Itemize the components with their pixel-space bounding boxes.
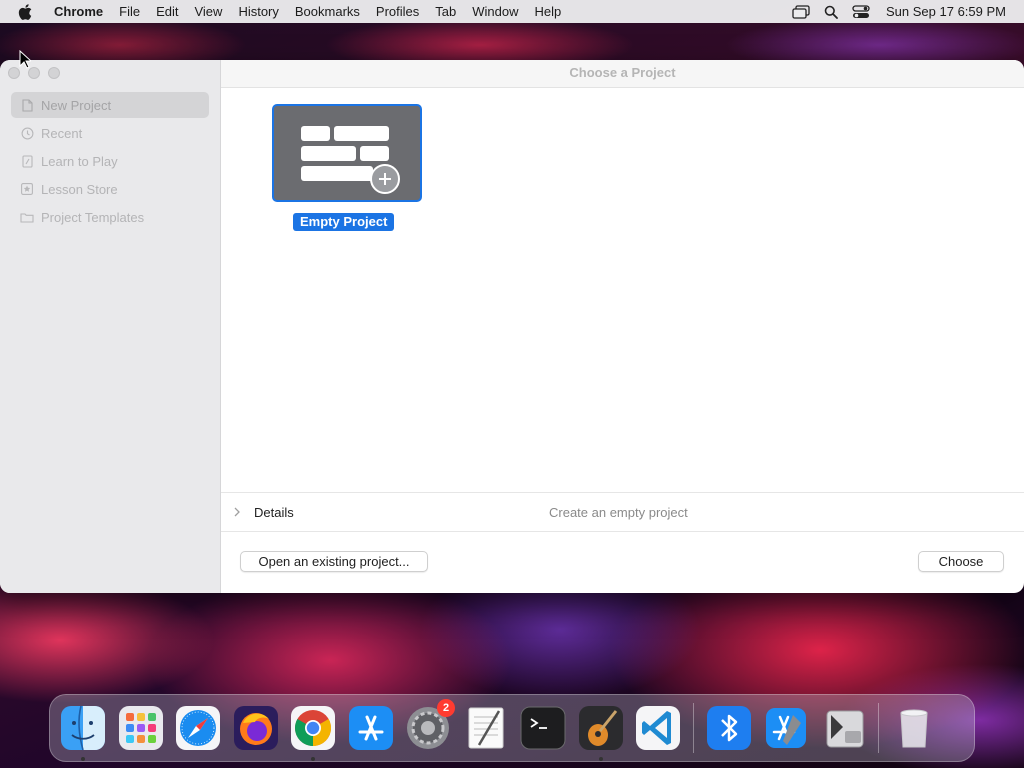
menu-edit[interactable]: Edit <box>148 0 186 23</box>
template-block <box>301 146 356 161</box>
dock-finder[interactable] <box>58 703 108 761</box>
notification-badge: 2 <box>437 699 455 717</box>
project-thumbnail[interactable] <box>272 104 422 202</box>
template-block <box>360 146 389 161</box>
details-toggle[interactable]: Details <box>254 505 294 520</box>
folder-icon <box>20 210 34 224</box>
mouse-cursor-icon <box>19 49 33 74</box>
launchpad-icon <box>118 706 163 750</box>
add-icon <box>370 164 400 194</box>
finder-icon <box>61 705 105 751</box>
sidebar-item-label: New Project <box>41 97 112 113</box>
dock-system-preferences[interactable]: 2 <box>403 699 455 753</box>
open-existing-project-button[interactable]: Open an existing project... <box>240 551 428 572</box>
book-icon <box>20 154 34 168</box>
project-empty[interactable]: Empty Project <box>272 104 422 231</box>
app-store-icon <box>348 706 393 750</box>
sidebar-item-label: Learn to Play <box>41 153 118 169</box>
menu-bar: Chrome File Edit View History Bookmarks … <box>0 0 1024 23</box>
firefox-icon <box>233 706 278 750</box>
dock-trash[interactable] <box>889 703 939 753</box>
dock: 2 <box>49 694 975 762</box>
menu-window[interactable]: Window <box>464 0 526 23</box>
choose-project-window: New Project Recent Learn to Play Lesson … <box>0 60 1024 593</box>
safari-icon <box>176 706 220 750</box>
clock-icon <box>20 126 34 140</box>
running-indicator <box>598 757 603 761</box>
menu-history[interactable]: History <box>230 0 286 23</box>
trash-icon <box>900 709 928 748</box>
xcode-icon <box>766 708 806 748</box>
menu-view[interactable]: View <box>186 0 230 23</box>
window-controls <box>8 67 60 79</box>
dock-garageband[interactable] <box>576 703 626 761</box>
sidebar-item-learn-to-play[interactable]: Learn to Play <box>11 148 209 174</box>
details-bar: Details Create an empty project <box>221 492 1024 532</box>
main-panel: Choose a Project Empty Project Details C… <box>221 60 1024 593</box>
template-block <box>301 166 373 181</box>
dock-textedit[interactable] <box>461 703 511 753</box>
bluetooth-icon <box>706 706 751 750</box>
terminal-icon <box>520 706 566 750</box>
template-block <box>301 126 330 141</box>
document-icon <box>20 98 34 112</box>
dock-chrome[interactable] <box>288 703 338 761</box>
dock-xcode[interactable] <box>761 703 811 753</box>
sidebar-item-lesson-store[interactable]: Lesson Store <box>11 176 209 202</box>
search-icon[interactable] <box>816 0 846 23</box>
dock-separator <box>878 703 879 753</box>
textedit-icon <box>468 707 503 749</box>
sidebar-item-label: Project Templates <box>41 209 145 225</box>
menu-profiles[interactable]: Profiles <box>368 0 427 23</box>
template-block <box>334 126 389 141</box>
apple-menu-icon[interactable] <box>18 3 38 20</box>
dock-app-store[interactable] <box>346 703 396 753</box>
control-center-icon[interactable] <box>846 0 876 23</box>
running-indicator <box>311 757 315 761</box>
window-title: Choose a Project <box>221 60 1024 88</box>
running-indicator <box>81 757 85 761</box>
dock-launchpad[interactable] <box>116 703 166 753</box>
sidebar-item-label: Recent <box>41 125 83 141</box>
screen-mirroring-icon[interactable] <box>786 0 816 23</box>
dock-separator <box>692 703 694 753</box>
zoom-button[interactable] <box>48 67 60 79</box>
vscode-icon <box>636 706 680 750</box>
guitar-icon <box>578 706 623 750</box>
choose-button[interactable]: Choose <box>918 551 1004 572</box>
dock-terminal[interactable] <box>518 703 568 753</box>
sidebar-item-label: Lesson Store <box>41 181 118 197</box>
project-label[interactable]: Empty Project <box>293 213 395 231</box>
menu-clock[interactable]: Sun Sep 17 6:59 PM <box>886 4 1006 19</box>
dock-vscode[interactable] <box>633 703 683 753</box>
sidebar: New Project Recent Learn to Play Lesson … <box>0 60 221 593</box>
chrome-icon <box>291 706 335 750</box>
sidebar-item-recent[interactable]: Recent <box>11 120 209 146</box>
sidebar-list: New Project Recent Learn to Play Lesson … <box>11 92 209 232</box>
sidebar-item-project-templates[interactable]: Project Templates <box>11 204 209 230</box>
dock-boot-camp[interactable] <box>819 703 869 753</box>
menu-app-name[interactable]: Chrome <box>54 0 111 23</box>
menu-help[interactable]: Help <box>527 0 570 23</box>
menu-file[interactable]: File <box>111 0 148 23</box>
menu-bookmarks[interactable]: Bookmarks <box>287 0 368 23</box>
dock-safari[interactable] <box>173 703 223 753</box>
boot-camp-icon <box>826 710 863 748</box>
menu-tab[interactable]: Tab <box>427 0 464 23</box>
dock-bluetooth[interactable] <box>704 703 754 753</box>
star-icon <box>20 182 34 196</box>
dock-firefox[interactable] <box>231 703 281 753</box>
sidebar-item-new-project[interactable]: New Project <box>11 92 209 118</box>
details-description: Create an empty project <box>549 504 688 520</box>
chevron-right-icon[interactable] <box>234 507 244 517</box>
